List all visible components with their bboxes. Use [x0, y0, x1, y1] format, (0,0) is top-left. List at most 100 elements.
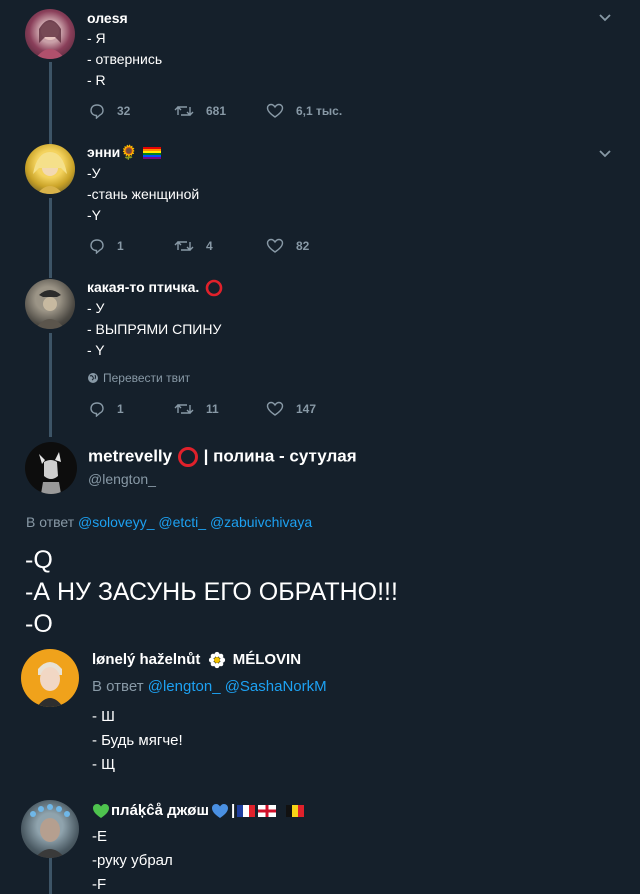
- retweet-button[interactable]: 11: [174, 401, 266, 417]
- avatar[interactable]: [25, 9, 75, 59]
- main-text-line: -O: [25, 610, 53, 638]
- reply-prefix: В ответ: [26, 514, 75, 530]
- avatar-image-icon: [33, 152, 67, 194]
- like-button[interactable]: 82: [266, 238, 309, 254]
- tweet-author-name[interactable]: энни🌻: [87, 144, 161, 161]
- retweet-icon: [174, 106, 194, 116]
- retweet-button[interactable]: 681: [174, 103, 266, 119]
- reply-count: 1: [117, 239, 124, 253]
- reply-count: 32: [117, 104, 131, 118]
- tweet-text-line: -руку убрал: [92, 852, 173, 869]
- mention-link[interactable]: @soloveyy_: [78, 514, 154, 530]
- tweet-author-name[interactable]: lønelý haželnůt MÉLOVIN: [92, 651, 301, 669]
- tweet-actions: 1 11 147: [89, 401, 389, 417]
- globe-icon: [88, 373, 98, 383]
- reply-prefix: В ответ: [92, 678, 144, 695]
- author-name-text: какая-то птичка.: [87, 279, 200, 295]
- tweet-text-line: - отвернись: [87, 51, 163, 67]
- like-count: 82: [296, 239, 310, 253]
- avatar[interactable]: [21, 800, 79, 858]
- like-button[interactable]: 147: [266, 401, 316, 417]
- reply-context: В ответ @lengton_ @SashaNorkM: [92, 678, 327, 695]
- reply-button[interactable]: 1: [89, 238, 174, 254]
- tweet-text-line: - ВЫПРЯМИ СПИНУ: [87, 321, 222, 337]
- tweet-text-line: -У: [87, 165, 101, 181]
- tweet-text-line: -E: [92, 828, 107, 845]
- main-author-name[interactable]: metrevelly | полина - сутулая: [88, 446, 357, 468]
- avatar[interactable]: [25, 144, 75, 194]
- mention-link[interactable]: @SashaNorkM: [225, 678, 327, 695]
- author-name-text: энни🌻: [87, 144, 138, 160]
- tweet-actions: 32 681 6,1 тыс.: [89, 103, 389, 119]
- tweet-text-line: - Будь мягче!: [92, 732, 183, 749]
- tweet-text-line: -стань женщиной: [87, 186, 200, 202]
- retweet-icon: [174, 404, 194, 414]
- separator-bar: |: [230, 802, 236, 819]
- reply-icon: [90, 239, 104, 254]
- tweet-author-name[interactable]: плáķĉå джøш |: [92, 802, 305, 819]
- tweet-text-line: -F: [92, 876, 107, 893]
- author-name-suffix: | полина - сутулая: [203, 446, 357, 466]
- belgium-flag-icon: [286, 804, 305, 817]
- tweet-text-line: - R: [87, 72, 106, 88]
- tweet-text-line: - Y: [87, 342, 105, 358]
- translate-label: Перевести твит: [103, 371, 191, 385]
- red-circle-icon: [205, 279, 223, 297]
- reply-count: 1: [117, 402, 124, 416]
- france-flag-icon: [237, 804, 256, 817]
- reply-button[interactable]: 32: [89, 103, 174, 119]
- retweet-button[interactable]: 4: [174, 238, 266, 254]
- green-heart-icon: [93, 803, 109, 818]
- translate-tweet-link[interactable]: Перевести твит: [87, 371, 190, 385]
- author-name-suffix: MÉLOVIN: [232, 651, 302, 668]
- retweet-count: 11: [206, 402, 219, 416]
- thread-line: [49, 62, 52, 146]
- avatar-image-icon: [35, 20, 65, 59]
- mention-link[interactable]: @lengton_: [148, 678, 221, 695]
- avatar-image-icon: [30, 804, 70, 858]
- reply-icon: [90, 402, 104, 417]
- tweet-author-name[interactable]: олеsя: [87, 10, 128, 26]
- avatar-image-icon: [39, 452, 61, 494]
- tweet-text-line: - У: [87, 300, 105, 316]
- tweet-text-line: - Щ: [92, 756, 116, 773]
- daisy-icon: [208, 651, 225, 669]
- like-count: 147: [296, 402, 317, 416]
- chevron-down-icon[interactable]: [598, 146, 612, 164]
- author-name-text: lønelý haželnůt: [92, 651, 201, 668]
- author-name-text: metrevelly: [88, 446, 173, 466]
- like-button[interactable]: 6,1 тыс.: [266, 103, 342, 119]
- thread-line: [49, 198, 52, 278]
- thread-line: [49, 333, 52, 437]
- reply-button[interactable]: 1: [89, 401, 174, 417]
- reply-context: В ответ @soloveyy_ @etcti_ @zabuivchivay…: [26, 514, 312, 530]
- reply-icon: [90, 104, 104, 119]
- tweet-author-name[interactable]: какая-то птичка.: [87, 279, 223, 297]
- heart-icon: [266, 103, 284, 118]
- like-count: 6,1 тыс.: [296, 104, 343, 118]
- retweet-count: 4: [206, 239, 213, 253]
- tweet-text-line: -Y: [87, 207, 101, 223]
- blue-heart-icon: [211, 803, 228, 818]
- avatar[interactable]: [21, 649, 79, 707]
- main-text-line: -Q: [25, 546, 53, 574]
- heart-icon: [266, 238, 284, 253]
- england-flag-icon: [258, 804, 277, 817]
- avatar[interactable]: [25, 442, 77, 494]
- chevron-down-icon[interactable]: [598, 10, 612, 28]
- tweet-text-line: - Я: [87, 30, 106, 46]
- avatar-image-icon: [37, 662, 63, 707]
- mention-link[interactable]: @etcti_: [158, 514, 206, 530]
- author-handle[interactable]: @lengton_: [88, 471, 156, 487]
- avatar-image-icon: [35, 290, 65, 329]
- main-text-line: -А НУ ЗАСУНЬ ЕГО ОБРАТНО!!!: [25, 578, 398, 606]
- rainbow-flag-icon: [142, 147, 161, 160]
- tweet-actions: 1 4 82: [89, 238, 389, 254]
- retweet-icon: [174, 241, 194, 251]
- author-name-text: плáķĉå джøш: [111, 802, 209, 819]
- mention-link[interactable]: @zabuivchivaya: [210, 514, 312, 530]
- red-circle-icon: [177, 447, 198, 467]
- retweet-count: 681: [206, 104, 227, 118]
- avatar[interactable]: [25, 279, 75, 329]
- tweet-text-line: - Ш: [92, 708, 115, 725]
